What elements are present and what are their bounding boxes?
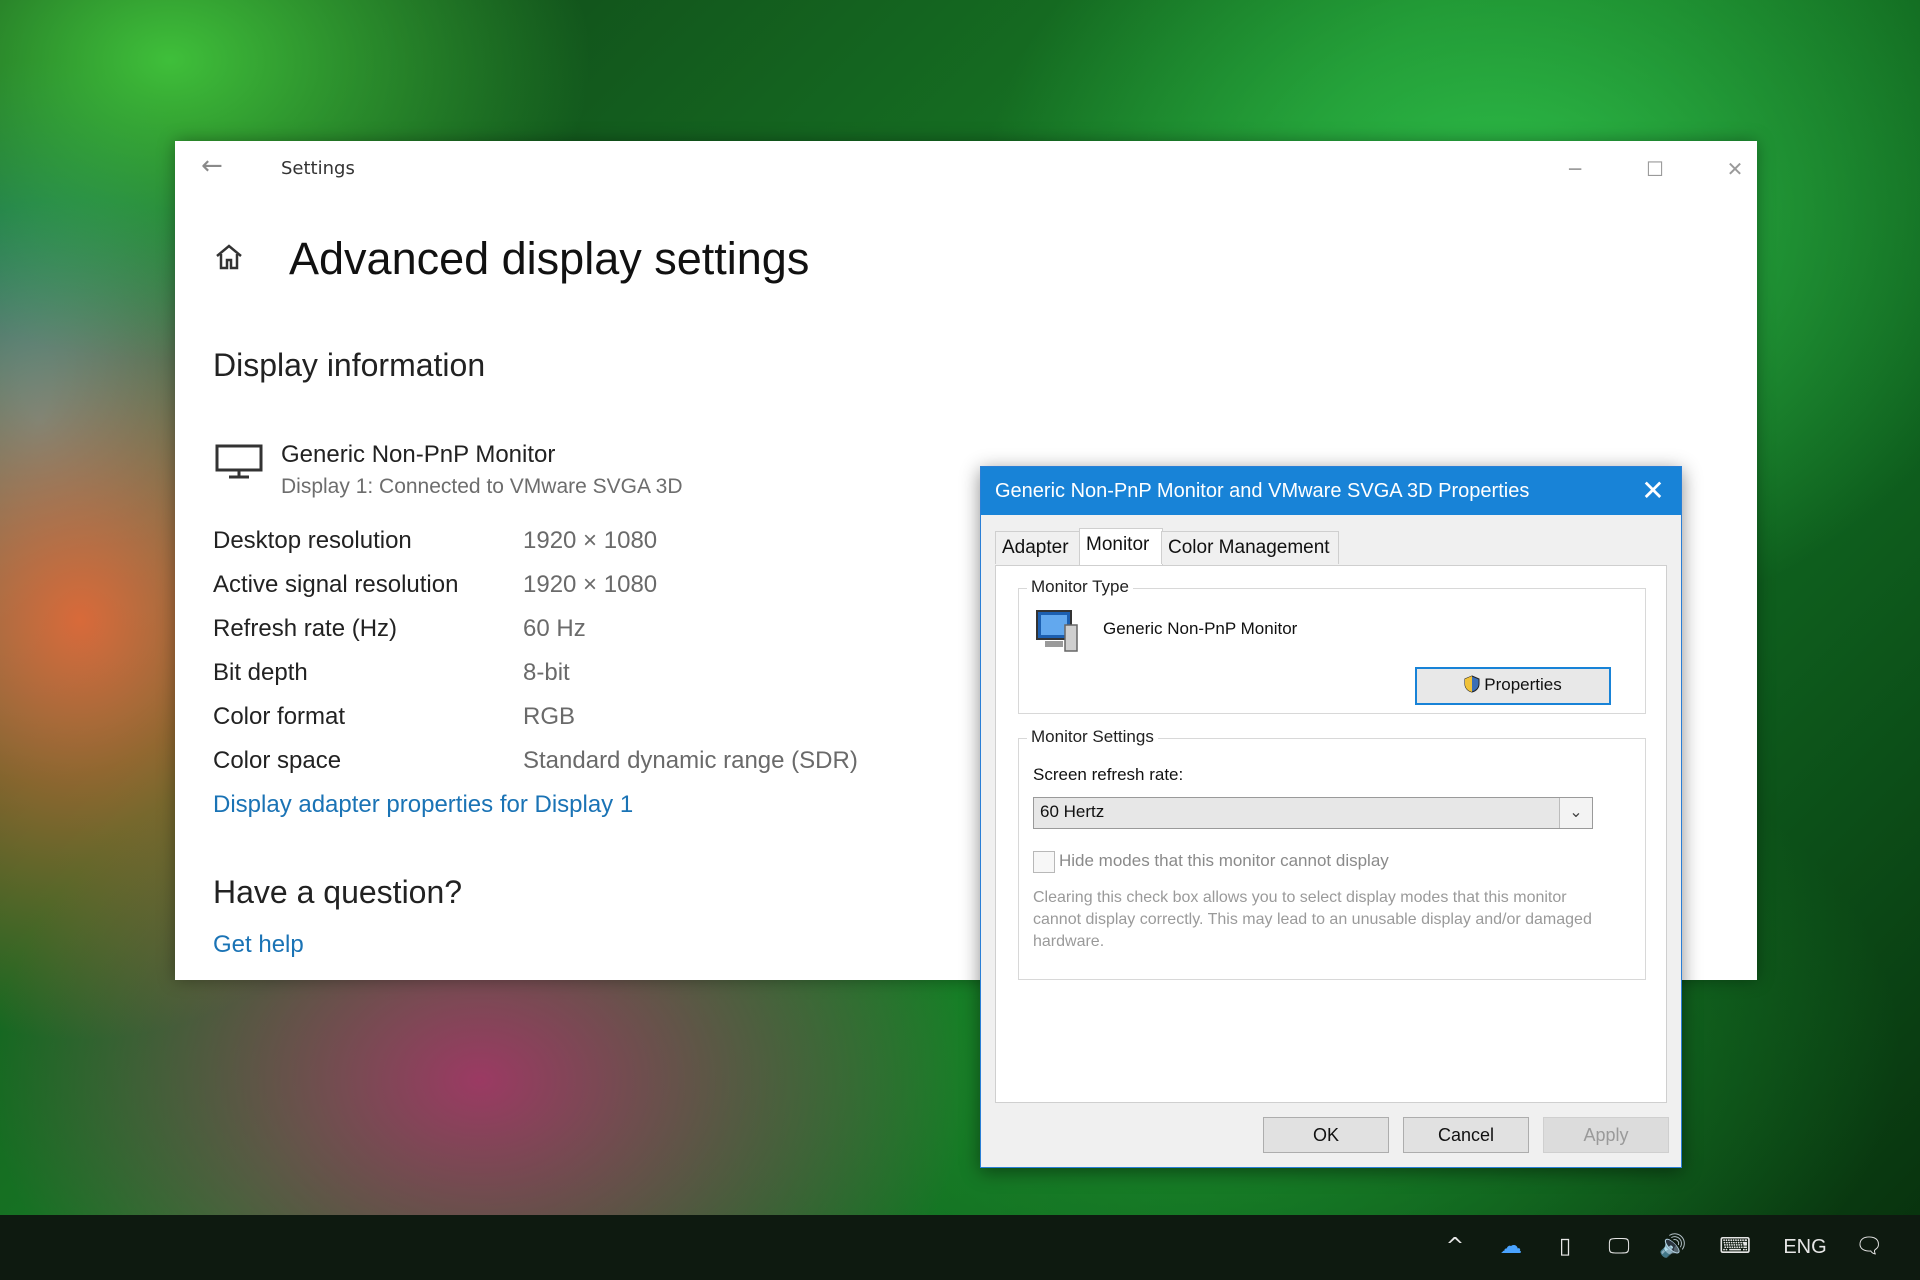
refresh-rate-value: 60 Hertz: [1040, 802, 1105, 821]
info-row-color-space: Color space Standard dynamic range (SDR): [213, 747, 1013, 787]
home-icon[interactable]: [213, 241, 245, 273]
usb-icon[interactable]: ▯: [1546, 1229, 1584, 1265]
info-label: Refresh rate (Hz): [213, 615, 398, 642]
onedrive-icon[interactable]: ☁: [1492, 1229, 1530, 1265]
tab-adapter[interactable]: Adapter: [995, 531, 1081, 564]
get-help-link[interactable]: Get help: [213, 931, 304, 959]
page-title: Advanced display settings: [289, 233, 810, 284]
monitor-type-name: Generic Non-PnP Monitor: [1103, 619, 1298, 638]
info-value: 1920 × 1080: [523, 527, 658, 554]
close-icon[interactable]: ✕: [1713, 151, 1757, 187]
info-label: Color space: [213, 747, 342, 774]
display-adapter-properties-link[interactable]: Display adapter properties for Display 1: [213, 791, 633, 819]
info-row-color-format: Color format RGB: [213, 703, 1013, 743]
info-row-refresh-rate: Refresh rate (Hz) 60 Hz: [213, 615, 1013, 655]
group-legend: Monitor Settings: [1027, 727, 1158, 747]
cancel-button[interactable]: Cancel: [1403, 1117, 1529, 1153]
info-value: 60 Hz: [523, 615, 586, 642]
info-label: Desktop resolution: [213, 527, 412, 554]
pc-monitor-icon: [1036, 610, 1078, 652]
shield-icon: [1464, 675, 1480, 693]
info-value: RGB: [523, 703, 576, 730]
info-value: 1920 × 1080: [523, 571, 658, 598]
monitor-settings-group: Monitor Settings Screen refresh rate: 60…: [1018, 727, 1646, 980]
maximize-icon[interactable]: ☐: [1633, 151, 1677, 187]
taskbar: ^ ☁ ▯ 🖵 🔊 ⌨ ENG 🗨: [0, 1215, 1920, 1280]
dialog-title: Generic Non-PnP Monitor and VMware SVGA …: [995, 480, 1530, 502]
monitor-tab-panel: Monitor Type Generic Non-PnP Monitor Pro…: [995, 565, 1667, 1103]
refresh-rate-label: Screen refresh rate:: [1033, 765, 1184, 784]
info-row-bit-depth: Bit depth 8-bit: [213, 659, 1013, 699]
minimize-icon[interactable]: ─: [1553, 151, 1597, 187]
info-label: Color format: [213, 703, 346, 730]
section-title-display-information: Display information: [213, 347, 486, 383]
refresh-rate-select[interactable]: 60 Hertz ⌄: [1033, 797, 1593, 829]
hide-modes-checkbox[interactable]: [1033, 851, 1055, 873]
ok-button[interactable]: OK: [1263, 1117, 1389, 1153]
monitor-type-group: Monitor Type Generic Non-PnP Monitor Pro…: [1018, 577, 1646, 714]
info-row-desktop-resolution: Desktop resolution 1920 × 1080: [213, 527, 1013, 567]
window-title: Settings: [281, 158, 355, 179]
properties-button-label: Properties: [1484, 675, 1562, 694]
have-a-question-heading: Have a question?: [213, 874, 463, 910]
close-icon[interactable]: ✕: [1635, 473, 1671, 509]
back-arrow-icon[interactable]: ←: [201, 151, 223, 181]
info-label: Bit depth: [213, 659, 308, 686]
chevron-down-icon[interactable]: ⌄: [1559, 798, 1592, 828]
info-value: Standard dynamic range (SDR): [523, 747, 858, 774]
properties-button[interactable]: Properties: [1415, 667, 1611, 705]
language-indicator[interactable]: ENG: [1780, 1229, 1830, 1265]
info-label: Active signal resolution: [213, 571, 459, 598]
monitor-connection: Display 1: Connected to VMware SVGA 3D: [281, 475, 683, 498]
chevron-up-icon[interactable]: ^: [1436, 1229, 1474, 1265]
monitor-name: Generic Non-PnP Monitor: [281, 441, 556, 468]
monitor-icon: [215, 444, 263, 479]
settings-titlebar: ← Settings ─ ☐ ✕: [175, 141, 1757, 197]
volume-icon[interactable]: 🔊: [1654, 1229, 1692, 1265]
group-legend: Monitor Type: [1027, 577, 1133, 597]
keyboard-icon[interactable]: ⌨: [1716, 1229, 1754, 1265]
tab-monitor[interactable]: Monitor: [1079, 528, 1163, 565]
network-icon[interactable]: 🖵: [1600, 1229, 1638, 1265]
hide-modes-help-text: Clearing this check box allows you to se…: [1033, 889, 1592, 950]
dialog-titlebar: Generic Non-PnP Monitor and VMware SVGA …: [981, 467, 1681, 515]
properties-dialog: Generic Non-PnP Monitor and VMware SVGA …: [980, 466, 1682, 1168]
tab-color-management[interactable]: Color Management: [1161, 531, 1339, 564]
hide-modes-label: Hide modes that this monitor cannot disp…: [1059, 851, 1389, 870]
info-row-active-signal-resolution: Active signal resolution 1920 × 1080: [213, 571, 1013, 611]
notification-icon[interactable]: 🗨: [1850, 1229, 1888, 1265]
apply-button[interactable]: Apply: [1543, 1117, 1669, 1153]
info-value: 8-bit: [523, 659, 570, 686]
